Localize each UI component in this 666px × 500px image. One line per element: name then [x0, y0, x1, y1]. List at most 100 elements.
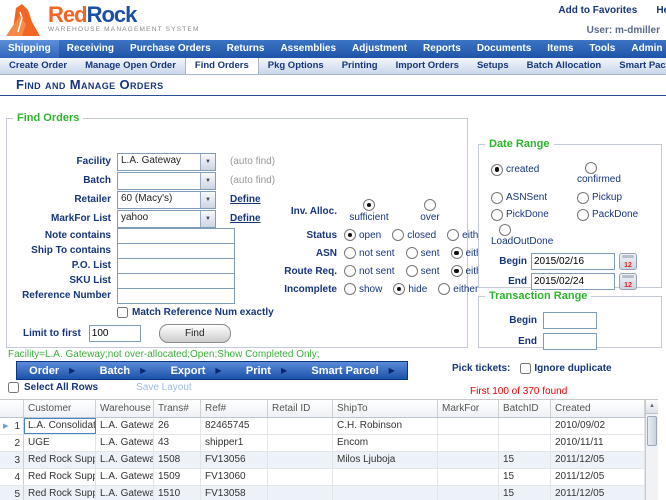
cell-warehouse[interactable]: L.A. Gateway — [96, 452, 154, 468]
define-link[interactable]: Define — [230, 213, 261, 224]
toolbar-export[interactable]: Export▶ — [171, 365, 222, 377]
note-contains-input[interactable] — [117, 228, 235, 244]
cell-ship_to[interactable] — [333, 469, 438, 485]
table-row[interactable]: 5Red Rock SuppL.A. Gateway1510FV13058152… — [0, 486, 658, 500]
toolbar-batch[interactable]: Batch▶ — [100, 365, 147, 377]
cell-customer[interactable]: Red Rock Supp — [24, 486, 96, 500]
facility-select[interactable]: L.A. Gateway▼ — [117, 153, 216, 171]
header-customer[interactable]: Customer — [24, 400, 96, 417]
transaction-begin-input[interactable] — [543, 312, 597, 329]
cell-trans[interactable]: 1510 — [154, 486, 201, 500]
toolbar-print[interactable]: Print▶ — [246, 365, 287, 377]
cell-ref[interactable]: FV13056 — [201, 452, 268, 468]
date-option-loadoutdone[interactable]: LoadOutDone — [491, 224, 577, 250]
scroll-up-icon[interactable]: ▲ — [646, 400, 658, 414]
date-option-confirmed[interactable]: confirmed — [577, 162, 657, 188]
cell-retail_id[interactable] — [268, 435, 333, 451]
cell-mark_for[interactable] — [438, 469, 499, 485]
calendar-icon[interactable]: 12 — [619, 253, 637, 270]
header-warehouse[interactable]: Warehouse — [96, 400, 154, 417]
main-nav-item-items[interactable]: Items — [539, 40, 581, 58]
radio-option-not-sent[interactable]: not sent — [344, 247, 395, 259]
main-nav-item-documents[interactable]: Documents — [469, 40, 539, 58]
table-row[interactable]: 2UGEL.A. Gateway43shipper1Encom2010/11/1… — [0, 435, 658, 452]
ship-to-contains-input[interactable] — [117, 243, 235, 259]
table-row[interactable]: 3Red Rock SuppL.A. Gateway1508FV13056Mil… — [0, 452, 658, 469]
main-nav-item-shipping[interactable]: Shipping — [0, 40, 59, 58]
ignore-duplicate-checkbox[interactable] — [520, 363, 531, 374]
cell-customer[interactable]: Red Rock Supp — [24, 469, 96, 485]
help-link[interactable]: Help — [656, 5, 666, 16]
cell-ref[interactable]: 82465745 — [201, 418, 268, 434]
header-ref[interactable]: Ref# — [201, 400, 268, 417]
sub-nav-item-find-orders[interactable]: Find Orders — [185, 58, 259, 74]
date-option-packdone[interactable]: PackDone — [577, 207, 657, 222]
cell-ship_to[interactable]: C.H. Robinson — [333, 418, 438, 434]
radio-unselected[interactable] — [491, 209, 503, 221]
cell-warehouse[interactable]: L.A. Gateway — [96, 486, 154, 500]
cell-customer[interactable]: Red Rock Supp — [24, 452, 96, 468]
radio-unselected[interactable] — [344, 265, 356, 277]
radio-unselected[interactable] — [406, 247, 418, 259]
radio-unselected[interactable] — [491, 192, 503, 204]
header-shipto[interactable]: ShipTo — [333, 400, 438, 417]
sub-nav-item-batch-allocation[interactable]: Batch Allocation — [518, 58, 611, 74]
sub-nav-item-smart-pack[interactable]: Smart Pack — [610, 58, 666, 74]
cell-created[interactable]: 2011/12/05 — [551, 486, 645, 500]
radio-unselected[interactable] — [344, 283, 356, 295]
sub-nav-item-printing[interactable]: Printing — [333, 58, 387, 74]
main-nav-item-assemblies[interactable]: Assemblies — [272, 40, 344, 58]
cell-trans[interactable]: 26 — [154, 418, 201, 434]
cell-customer[interactable]: L.A. Consolidat — [24, 418, 96, 434]
table-row[interactable]: ▶1L.A. ConsolidatL.A. Gateway2682465745C… — [0, 418, 658, 435]
header-retail-id[interactable]: Retail ID — [268, 400, 333, 417]
cell-warehouse[interactable]: L.A. Gateway — [96, 469, 154, 485]
cell-retail_id[interactable] — [268, 469, 333, 485]
markfor-list-select[interactable]: yahoo▼ — [117, 210, 216, 228]
cell-created[interactable]: 2011/12/05 — [551, 469, 645, 485]
cell-ship_to[interactable]: Encom — [333, 435, 438, 451]
toolbar-smart-parcel[interactable]: Smart Parcel▶ — [311, 365, 394, 377]
header-markfor[interactable]: MarkFor — [438, 400, 499, 417]
main-nav-item-returns[interactable]: Returns — [219, 40, 273, 58]
cell-retail_id[interactable] — [268, 418, 333, 434]
cell-created[interactable]: 2010/09/02 — [551, 418, 645, 434]
radio-option-sent[interactable]: sent — [406, 247, 440, 259]
cell-ref[interactable]: FV13058 — [201, 486, 268, 500]
cell-batch_id[interactable]: 15 — [499, 469, 551, 485]
cell-retail_id[interactable] — [268, 452, 333, 468]
radio-unselected[interactable] — [577, 192, 589, 204]
radio-option-either[interactable]: either — [438, 283, 478, 295]
date-option-created[interactable]: created — [491, 162, 577, 177]
radio-option-sufficient[interactable]: sufficient — [344, 199, 394, 223]
sub-nav-item-manage-open-order[interactable]: Manage Open Order — [76, 58, 185, 74]
cell-mark_for[interactable] — [438, 435, 499, 451]
cell-ref[interactable]: FV13060 — [201, 469, 268, 485]
cell-customer[interactable]: UGE — [24, 435, 96, 451]
date-option-pickup[interactable]: Pickup — [577, 190, 657, 205]
calendar-icon[interactable]: 12 — [619, 273, 637, 290]
chevron-down-icon[interactable]: ▼ — [200, 192, 215, 208]
cell-batch_id[interactable]: 15 — [499, 486, 551, 500]
match-reference-checkbox[interactable] — [117, 307, 128, 318]
radio-unselected[interactable] — [447, 229, 459, 241]
header-indicator[interactable] — [0, 400, 24, 417]
radio-option-open[interactable]: open — [344, 229, 381, 241]
sku-list-input[interactable] — [117, 273, 235, 289]
cell-trans[interactable]: 1509 — [154, 469, 201, 485]
main-nav-item-tools[interactable]: Tools — [581, 40, 623, 58]
radio-option-show[interactable]: show — [344, 283, 382, 295]
radio-selected[interactable] — [363, 199, 375, 211]
radio-selected[interactable] — [491, 164, 503, 176]
radio-unselected[interactable] — [406, 265, 418, 277]
radio-selected[interactable] — [451, 247, 463, 259]
date-end-input[interactable] — [531, 273, 615, 290]
radio-unselected[interactable] — [424, 199, 436, 211]
cell-trans[interactable]: 1508 — [154, 452, 201, 468]
table-row[interactable]: 4Red Rock SuppL.A. Gateway1509FV13060152… — [0, 469, 658, 486]
radio-unselected[interactable] — [344, 247, 356, 259]
radio-option-sent[interactable]: sent — [406, 265, 440, 277]
cell-ship_to[interactable] — [333, 486, 438, 500]
radio-unselected[interactable] — [499, 224, 511, 236]
scrollbar-thumb[interactable] — [647, 416, 657, 446]
